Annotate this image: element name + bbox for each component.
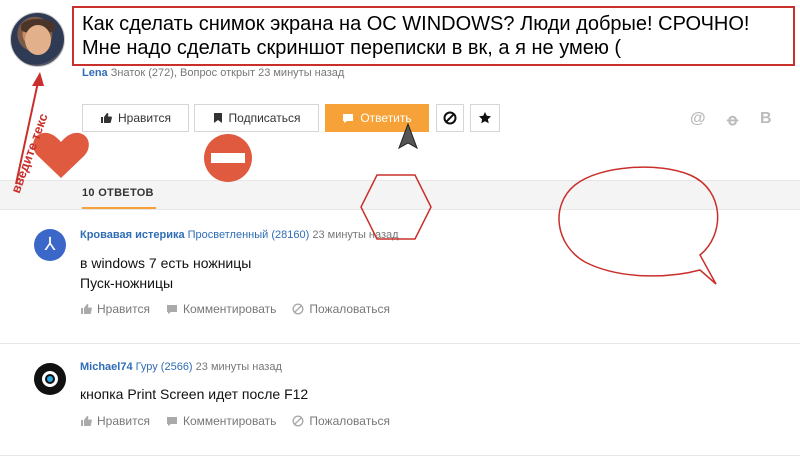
speech-bubble-shape (558, 166, 719, 285)
annotation-layer (15, 72, 719, 285)
cursor-icon (398, 122, 418, 150)
no-entry-icon (204, 134, 252, 182)
hexagon-shape (360, 174, 432, 240)
